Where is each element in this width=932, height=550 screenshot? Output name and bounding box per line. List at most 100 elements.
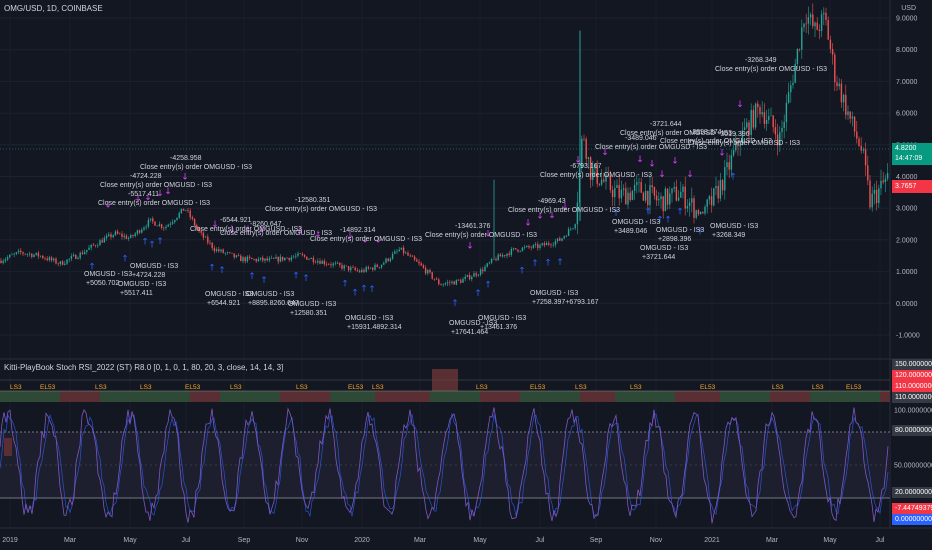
candle-body bbox=[308, 258, 310, 260]
countdown-timer: 14:47:09 bbox=[895, 155, 923, 162]
candle-body bbox=[284, 257, 286, 261]
candle-body bbox=[649, 185, 651, 206]
candle-body bbox=[543, 243, 546, 246]
candle-body bbox=[367, 267, 370, 269]
entry-order-label: OMGUSD - IS3 bbox=[288, 301, 336, 308]
candle-body bbox=[363, 269, 365, 272]
candle-body bbox=[559, 238, 561, 241]
candle-body bbox=[396, 251, 398, 252]
candle-body bbox=[66, 259, 68, 264]
close-order-label: Close entry(s) order OMGUSD - IS3 bbox=[310, 236, 422, 243]
candle-body bbox=[257, 259, 260, 262]
buy-marker-icon: ↑ bbox=[292, 272, 300, 282]
band-label-3: 110.00000000 bbox=[892, 392, 932, 403]
candle-body bbox=[334, 263, 337, 264]
oscillator-pane: 100.00000000 50.00000000 bbox=[0, 407, 932, 524]
band-segment bbox=[615, 391, 675, 402]
candle-body bbox=[880, 180, 882, 189]
candle-body bbox=[477, 274, 480, 276]
candle-body bbox=[849, 111, 851, 119]
candle-body bbox=[453, 281, 455, 285]
close-order-label: Close entry(s) order OMGUSD - IS3 bbox=[425, 232, 537, 239]
trade-profit-label: -3721.644 bbox=[650, 121, 682, 128]
indicator-title[interactable]: Kitti-PlayBook Stoch RSI_2022 (ST) R8.0 … bbox=[4, 363, 283, 372]
candle-body bbox=[669, 193, 671, 205]
candle-body bbox=[418, 261, 420, 264]
time-axis[interactable]: 2019 Mar May Jul Sep Nov 2020 Mar May Jul Sep Nov 20… bbox=[2, 537, 885, 544]
candle-body bbox=[46, 258, 48, 261]
candle-body bbox=[121, 233, 123, 237]
time-axis-label: Jul bbox=[536, 537, 545, 544]
buy-marker-icon: ↑ bbox=[544, 259, 552, 269]
buy-marker-icon: ↑ bbox=[351, 288, 359, 298]
time-axis-label: 2019 bbox=[2, 537, 18, 544]
buy-marker-icon: ↑ bbox=[531, 259, 539, 269]
candle-body bbox=[90, 244, 92, 248]
candle-body bbox=[642, 192, 645, 201]
candle-body bbox=[583, 138, 585, 140]
band-segment bbox=[220, 391, 280, 402]
candle-body bbox=[61, 261, 64, 265]
candle-body bbox=[6, 257, 9, 260]
candle-body bbox=[75, 254, 77, 259]
candle-body bbox=[493, 259, 495, 260]
candle-body bbox=[154, 221, 156, 226]
candle-body bbox=[484, 266, 486, 272]
candle-body bbox=[640, 182, 642, 193]
candle-body bbox=[262, 257, 264, 261]
candle-body bbox=[105, 235, 108, 239]
candle-body bbox=[627, 192, 629, 205]
sell-marker-icon: ↓ bbox=[671, 157, 679, 167]
candle-body bbox=[838, 83, 840, 87]
candle-body bbox=[15, 252, 18, 254]
candle-body bbox=[836, 82, 838, 87]
osc-axis-label: 50.00000000 bbox=[894, 463, 932, 470]
band-segment bbox=[330, 391, 375, 402]
buy-marker-icon: ↑ bbox=[474, 289, 482, 299]
band-segment bbox=[770, 391, 810, 402]
chart-canvas[interactable]: ↓↓ ↓ ↓ ↓↓↓↓ ↓ ↓ ↓ ↓ ↓ ↓ ↓↓↓↓↓ ↓↓↓↓↓ ↓↓↓↓↓↓↑↑↑ ↑ ↑↑ ↑↑ ↑ ↑… bbox=[0, 0, 932, 550]
entry-order-label: OMGUSD - IS3 bbox=[640, 245, 688, 252]
trade-profit-label: -6544.921 bbox=[220, 217, 252, 224]
trade-profit-label: +5050.702 bbox=[86, 280, 119, 287]
candle-body bbox=[783, 122, 785, 128]
time-axis-label: Nov bbox=[650, 537, 663, 544]
candle-body bbox=[660, 196, 662, 200]
price-axis-label: -1.0000 bbox=[896, 333, 920, 340]
time-axis-label: 2021 bbox=[704, 537, 720, 544]
candle-body bbox=[191, 217, 194, 219]
candle-body bbox=[530, 247, 532, 248]
candle-body bbox=[719, 180, 722, 199]
candle-body bbox=[761, 112, 763, 115]
candle-body bbox=[233, 253, 235, 258]
symbol-title[interactable]: OMG/USD, 1D, COINBASE bbox=[4, 4, 103, 13]
candle-body bbox=[187, 210, 189, 211]
alt-price-tag: 3.7657 bbox=[892, 180, 932, 193]
price-axis[interactable]: 9.00008.00007.00006.00005.00004.00003.00… bbox=[896, 16, 920, 340]
candle-body bbox=[37, 252, 40, 257]
candle-body bbox=[310, 257, 312, 259]
candle-body bbox=[561, 238, 563, 241]
candle-body bbox=[407, 252, 409, 256]
candle-body bbox=[358, 270, 361, 273]
candle-body bbox=[11, 254, 13, 256]
candle-body bbox=[523, 246, 526, 248]
candle-body bbox=[726, 162, 728, 168]
candle-body bbox=[28, 253, 31, 255]
candle-body bbox=[587, 157, 590, 159]
candle-body bbox=[70, 256, 73, 259]
candle-body bbox=[253, 258, 255, 260]
trade-profit-label: -14892.314 bbox=[340, 227, 376, 234]
entry-order-label: OMGUSD - IS3 bbox=[246, 291, 294, 298]
band-segment bbox=[580, 391, 615, 402]
candle-body bbox=[383, 262, 385, 265]
candle-body bbox=[207, 236, 209, 243]
candle-body bbox=[442, 284, 444, 286]
candle-body bbox=[42, 255, 44, 259]
candle-body bbox=[165, 226, 167, 229]
candle-body bbox=[721, 180, 724, 191]
candle-body bbox=[482, 269, 484, 272]
candle-body bbox=[688, 202, 691, 206]
candle-body bbox=[528, 245, 530, 248]
buy-marker-icon: ↑ bbox=[664, 216, 672, 226]
